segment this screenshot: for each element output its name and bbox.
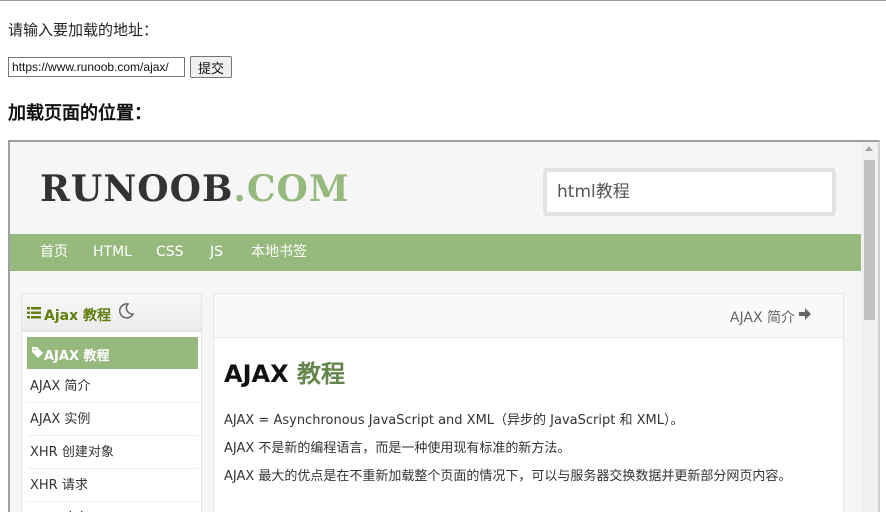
next-page-link[interactable]: AJAX 简介	[730, 307, 795, 327]
nav-item-home[interactable]: 首页	[40, 234, 68, 271]
sidebar-item[interactable]: AJAX 简介	[27, 370, 198, 403]
title-part-2: 教程	[296, 360, 345, 388]
list-icon	[27, 307, 41, 319]
sidebar-header: Ajax 教程	[22, 294, 201, 332]
url-input[interactable]	[8, 57, 185, 77]
sidebar-item-active[interactable]: AJAX 教程	[27, 337, 198, 369]
nav-item-bookmarks[interactable]: 本地书签	[251, 234, 307, 271]
site-search-input[interactable]: html教程	[543, 168, 836, 216]
site-logo[interactable]: RUNOOB.COM	[40, 168, 350, 210]
nav-item-js[interactable]: JS	[210, 234, 223, 271]
content-topbar: AJAX 简介	[214, 294, 843, 338]
sidebar-item[interactable]: XHR 响应	[27, 502, 198, 512]
arrow-right-icon[interactable]	[799, 307, 811, 321]
sidebar-item[interactable]: XHR 请求	[27, 469, 198, 502]
sidebar-item[interactable]: AJAX 实例	[27, 403, 198, 436]
sidebar-item[interactable]: XHR 创建对象	[27, 436, 198, 469]
nav-item-css[interactable]: CSS	[156, 234, 184, 271]
logo-dark-text: RUNOOB	[40, 168, 234, 210]
sidebar-item-active-label: AJAX 教程	[44, 349, 110, 364]
submit-button[interactable]: 提交	[190, 56, 232, 78]
article-content: AJAX 简介 AJAX 教程 AJAX = Asynchronous Java…	[213, 293, 844, 512]
scrollbar-thumb[interactable]	[864, 160, 875, 320]
frame-scrollbar[interactable]	[861, 142, 878, 512]
scroll-up-arrow-icon[interactable]	[865, 146, 873, 151]
nav-item-html[interactable]: HTML	[93, 234, 132, 271]
moon-icon[interactable]	[117, 302, 135, 320]
section-title: 加载页面的位置：	[8, 103, 152, 124]
article-paragraph: AJAX = Asynchronous JavaScript and XML（异…	[224, 413, 684, 428]
logo-green-text: .COM	[233, 168, 350, 210]
loaded-page-frame[interactable]: RUNOOB.COM html教程 首页 HTML CSS JS 本地书签 Aj…	[8, 140, 880, 512]
site-header: RUNOOB.COM html教程	[10, 142, 863, 234]
site-navbar: 首页 HTML CSS JS 本地书签	[10, 234, 863, 271]
tag-icon	[32, 347, 43, 358]
tutorial-sidebar: Ajax 教程 AJAX 教程 AJAX 简介 AJAX 实例 XHR 创建对象…	[21, 293, 202, 512]
address-prompt: 请输入要加载的地址：	[8, 21, 159, 39]
article-title: AJAX 教程	[224, 354, 345, 389]
article-paragraph: AJAX 最大的优点是在不重新加载整个页面的情况下，可以与服务器交换数据并更新部…	[224, 469, 792, 484]
title-part-1: AJAX	[224, 360, 289, 388]
sidebar-title: Ajax 教程	[44, 308, 111, 324]
article-paragraph: AJAX 不是新的编程语言，而是一种使用现有标准的新方法。	[224, 441, 571, 456]
